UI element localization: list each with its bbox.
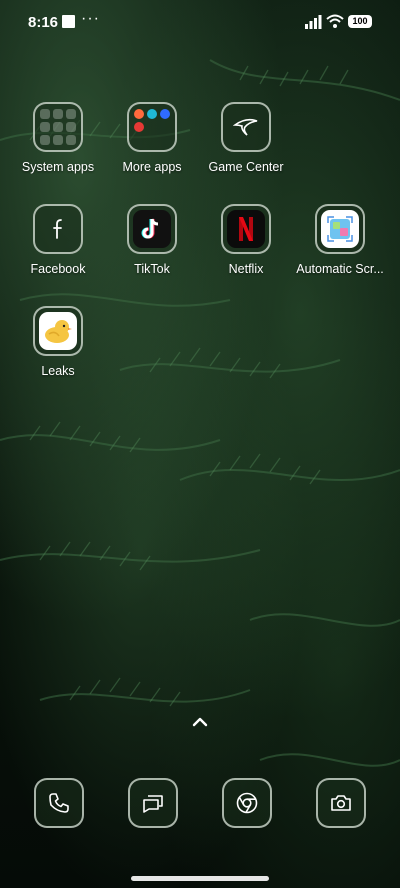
app-label: Facebook <box>30 262 86 276</box>
app-netflix[interactable]: Netflix <box>199 204 293 276</box>
app-label: System apps <box>21 160 95 174</box>
dock-camera[interactable] <box>316 778 366 828</box>
status-bar: 8:16 ··· 100 <box>0 0 400 46</box>
app-game-center[interactable]: Game Center <box>199 102 293 174</box>
wifi-icon <box>326 14 344 28</box>
app-label: Game Center <box>208 160 284 174</box>
status-time: 8:16 <box>28 14 59 31</box>
more-notifications-icon: ··· <box>81 10 100 27</box>
app-automatic-screenshot[interactable]: Automatic Scr... <box>293 204 387 276</box>
home-gesture-bar[interactable] <box>131 876 269 881</box>
folder-icon <box>33 102 83 152</box>
screenshot-app-icon <box>315 204 365 254</box>
tiktok-icon <box>127 204 177 254</box>
netflix-icon <box>221 204 271 254</box>
dock-messages[interactable] <box>128 778 178 828</box>
signal-icon <box>305 15 322 29</box>
app-label: Automatic Scr... <box>296 262 384 276</box>
game-center-icon <box>221 102 271 152</box>
app-tiktok[interactable]: TikTok <box>105 204 199 276</box>
app-system-apps[interactable]: System apps <box>11 102 105 174</box>
notification-icon <box>62 15 75 28</box>
battery-icon: 100 <box>348 15 372 28</box>
folder-icon <box>127 102 177 152</box>
app-label: Leaks <box>41 364 75 378</box>
dock-chrome[interactable] <box>222 778 272 828</box>
chrome-icon <box>222 778 272 828</box>
app-label: TikTok <box>134 262 170 276</box>
dock-phone[interactable] <box>34 778 84 828</box>
app-label: Netflix <box>228 262 264 276</box>
app-facebook[interactable]: Facebook <box>11 204 105 276</box>
facebook-icon <box>33 204 83 254</box>
phone-icon <box>34 778 84 828</box>
app-label: More apps <box>122 160 182 174</box>
camera-icon <box>316 778 366 828</box>
app-drawer-chevron-up-icon[interactable] <box>190 712 210 732</box>
app-more-apps[interactable]: More apps <box>105 102 199 174</box>
app-leaks[interactable]: Leaks <box>11 306 105 378</box>
leaks-icon <box>33 306 83 356</box>
messages-icon <box>128 778 178 828</box>
